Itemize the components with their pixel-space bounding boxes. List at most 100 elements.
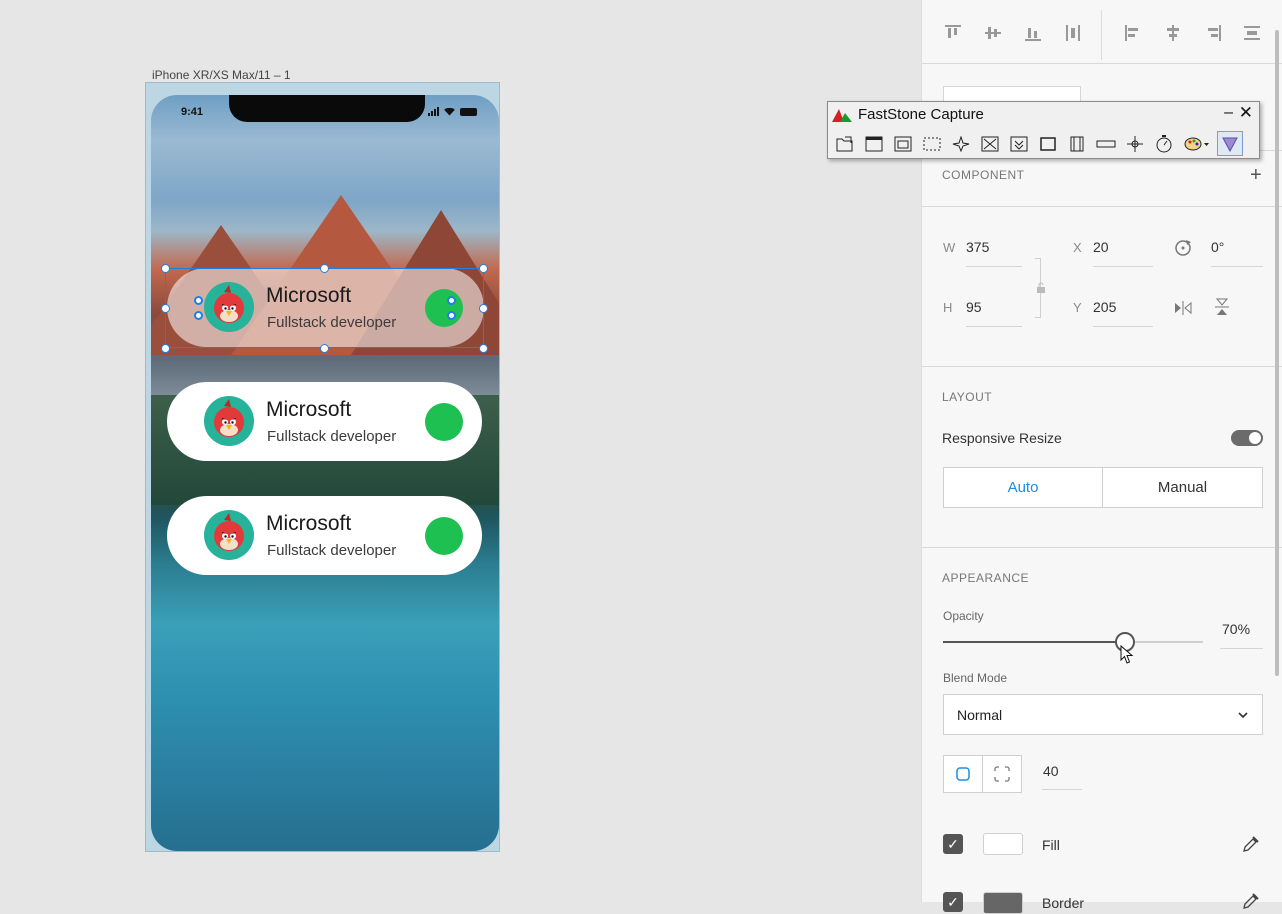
align-right-icon[interactable] [1202,24,1224,46]
border-checkbox[interactable]: ✓ [943,892,963,912]
fill-swatch[interactable] [983,833,1023,855]
capture-rectangle-icon[interactable] [919,131,945,156]
resize-handle-bottom-left[interactable] [161,344,170,353]
phone-screen: 9:41 [151,95,499,851]
card-title: Microsoft [266,512,352,535]
phone-notch [229,95,425,122]
resize-handle-top-left[interactable] [161,264,170,273]
responsive-resize-toggle[interactable] [1231,430,1263,446]
corners-icon [994,766,1010,782]
minimize-button[interactable]: – [1224,104,1233,122]
faststone-capture-window[interactable]: FastStone Capture – ✕ [827,101,1260,159]
card-subtitle: Fullstack developer [267,314,397,331]
capture-object-icon[interactable] [890,131,916,156]
capture-freehand-icon[interactable] [948,131,974,156]
chevron-down-icon [1238,712,1248,719]
artboard-label[interactable]: iPhone XR/XS Max/11 – 1 [152,68,291,82]
status-time: 9:41 [181,106,204,118]
height-field[interactable]: 95 [966,299,982,315]
blend-mode-select[interactable]: Normal [943,694,1263,735]
align-left-icon[interactable] [1122,24,1144,46]
open-file-icon[interactable] [832,131,858,156]
angry-bird-avatar-icon [204,396,254,446]
resize-handle-right[interactable] [479,304,488,313]
x-field[interactable]: 20 [1093,239,1109,255]
opacity-value[interactable]: 70% [1222,621,1250,637]
capture-window-icon[interactable] [861,131,887,156]
faststone-toolbar [832,131,1243,156]
rounded-square-icon [956,767,970,781]
fill-checkbox[interactable]: ✓ [943,834,963,854]
blend-mode-value: Normal [957,707,1003,723]
width-label: W [943,240,956,255]
status-dot [425,403,463,441]
wifi-icon [444,107,455,116]
distribute-horizontal-icon[interactable] [1241,24,1263,46]
close-button[interactable]: ✕ [1239,103,1253,123]
align-center-icon[interactable] [1162,24,1184,46]
flip-vertical-icon[interactable] [1214,298,1230,316]
layout-heading: LAYOUT [942,390,993,404]
card-title: Microsoft [266,398,352,421]
card-1[interactable]: Microsoft Fullstack developer [167,268,484,347]
add-state-button[interactable]: + [1250,164,1262,187]
card-subtitle: Fullstack developer [267,428,397,445]
border-swatch[interactable] [983,892,1023,914]
padding-handle[interactable] [194,311,203,320]
rotate-icon [1175,240,1191,256]
width-field[interactable]: 375 [966,239,989,255]
y-field[interactable]: 205 [1093,299,1116,315]
component-heading: COMPONENT [942,168,1025,182]
uniform-corner-button[interactable] [943,755,983,793]
timer-icon[interactable] [1151,131,1177,156]
flip-horizontal-icon[interactable] [1174,300,1192,316]
card-3[interactable]: Microsoft Fullstack developer [167,496,482,575]
manual-button[interactable]: Manual [1102,467,1263,508]
screen-ruler-icon[interactable] [1093,131,1119,156]
fill-label: Fill [1042,837,1060,853]
padding-handle[interactable] [447,296,456,305]
card-2[interactable]: Microsoft Fullstack developer [167,382,482,461]
align-bottom-icon[interactable] [1022,24,1044,46]
resize-handle-top-right[interactable] [479,264,488,273]
battery-icon [460,107,477,116]
eyedropper-icon[interactable] [1242,892,1260,910]
screen-recorder-icon[interactable] [1064,131,1090,156]
opacity-slider[interactable] [943,632,1203,652]
status-dot [425,517,463,555]
capture-fixed-region-icon[interactable] [1035,131,1061,156]
status-icons [428,107,477,116]
y-label: Y [1073,300,1082,315]
settings-menu-icon[interactable] [1217,131,1243,156]
color-palette-icon[interactable] [1180,131,1214,156]
card-subtitle: Fullstack developer [267,542,397,559]
faststone-logo-icon [832,109,852,122]
crosshair-icon[interactable] [1122,131,1148,156]
faststone-title: FastStone Capture [858,106,984,123]
padding-handle[interactable] [447,311,456,320]
distribute-vertical-icon[interactable] [1062,24,1084,46]
resize-handle-left[interactable] [161,304,170,313]
lock-aspect-icon[interactable] [1036,282,1046,294]
auto-button[interactable]: Auto [943,467,1103,508]
per-corner-button[interactable] [982,755,1022,793]
x-label: X [1073,240,1082,255]
align-middle-icon[interactable] [982,24,1004,46]
capture-scrolling-icon[interactable] [1006,131,1032,156]
capture-fullscreen-icon[interactable] [977,131,1003,156]
eyedropper-icon[interactable] [1242,835,1260,853]
height-label: H [943,300,953,315]
panel-scrollbar[interactable] [1275,30,1279,676]
rotation-field[interactable]: 0° [1211,239,1224,255]
artboard[interactable]: 9:41 [145,82,500,852]
mouse-cursor-icon [1120,645,1134,664]
status-dot [425,289,463,327]
signal-icon [428,107,439,116]
resize-handle-bottom-right[interactable] [479,344,488,353]
align-top-icon[interactable] [942,24,964,46]
padding-handle[interactable] [194,296,203,305]
border-label: Border [1042,895,1085,911]
resize-handle-bottom[interactable] [320,344,329,353]
resize-handle-top[interactable] [320,264,329,273]
corner-radius-field[interactable]: 40 [1043,763,1059,779]
